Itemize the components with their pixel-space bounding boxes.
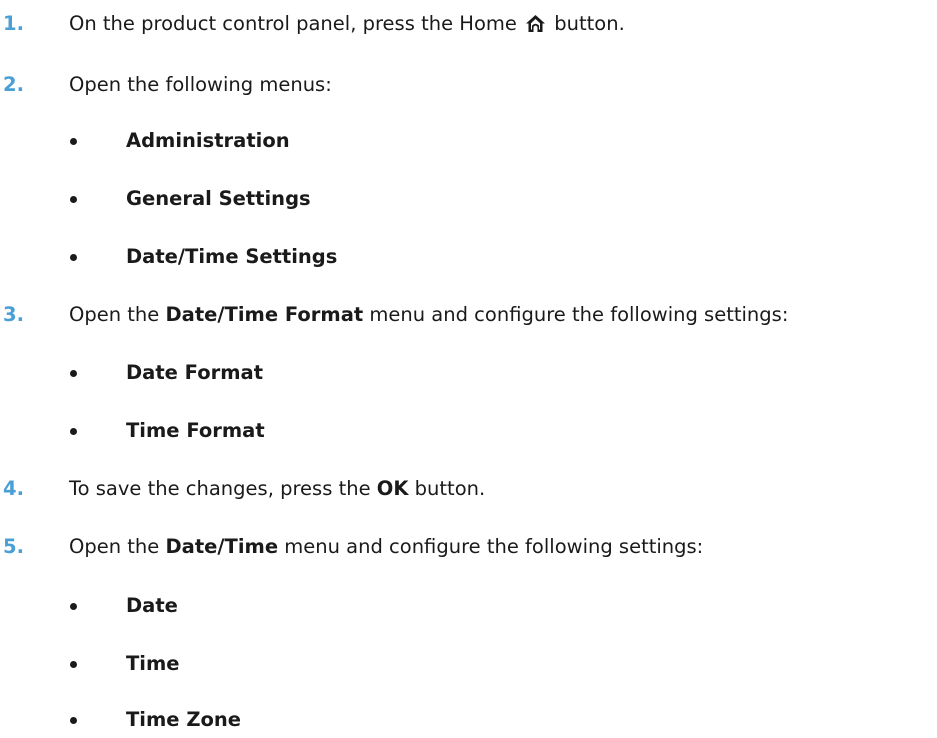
bullet [70, 138, 77, 145]
step-number: 3. [3, 302, 24, 326]
setting-name: Date [126, 593, 178, 617]
setting-name: Time Zone [126, 707, 241, 731]
step-text: To save the changes, press the OK button… [69, 476, 486, 500]
setting-name: Date Format [126, 360, 264, 384]
bullet [70, 661, 77, 668]
setting-name: Time Format [126, 418, 265, 442]
setting-name: Time [126, 651, 180, 675]
step-number: 4. [3, 476, 24, 500]
step-text: On the product control panel, press the … [69, 11, 625, 35]
step-number: 5. [3, 534, 24, 558]
step-text: Open the following menus: [69, 72, 332, 96]
home-icon [526, 14, 546, 32]
step-number: 2. [3, 72, 24, 96]
bullet [70, 370, 77, 377]
bullet [70, 603, 77, 610]
bullet [70, 428, 77, 435]
bullet [70, 717, 77, 724]
menu-name: Administration [126, 128, 290, 152]
step-number: 1. [3, 11, 24, 35]
menu-name: General Settings [126, 186, 311, 210]
step-text: Open the Date/Time Format menu and confi… [69, 302, 789, 326]
bullet [70, 196, 77, 203]
step-text: Open the Date/Time menu and configure th… [69, 534, 704, 558]
menu-name: Date/Time Settings [126, 244, 338, 268]
bullet [70, 254, 77, 261]
